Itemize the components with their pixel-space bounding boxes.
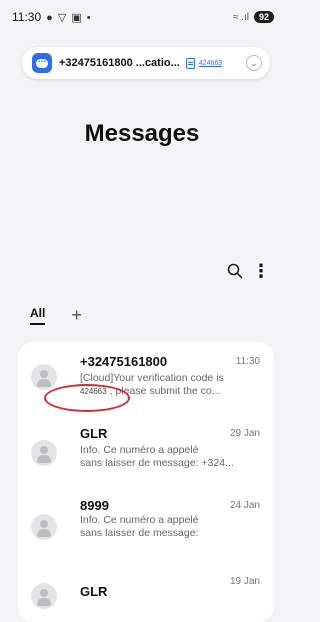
notification-sender: +32475161800 ...catio... bbox=[59, 57, 180, 69]
more-vert-icon[interactable]: ⋮ bbox=[252, 262, 270, 280]
notification-banner[interactable]: +32475161800 ...catio... 424663 ⌄ bbox=[22, 47, 270, 79]
conversation-row[interactable]: +32475161800 11:30 [Cloud]Your verificat… bbox=[18, 342, 274, 412]
tab-all[interactable]: All bbox=[30, 306, 46, 325]
conversation-name: GLR bbox=[80, 584, 108, 599]
messages-app-icon bbox=[32, 53, 52, 73]
signal-icon: ≈ .ıl bbox=[232, 11, 249, 23]
conversation-preview: [Cloud]Your verification code is 424663 … bbox=[80, 372, 260, 398]
preview-line: Info. Ce numéro a appelé bbox=[80, 514, 199, 526]
conversation-time: 11:30 bbox=[235, 356, 260, 367]
preview-line: Info. Ce numéro a appelé bbox=[80, 444, 199, 456]
search-icon[interactable] bbox=[226, 262, 244, 280]
conversation-time: 29 Jan bbox=[229, 428, 260, 439]
preview-line: sans laisser de message: +324... bbox=[80, 457, 234, 469]
copy-code-icon[interactable] bbox=[185, 57, 195, 69]
status-notification-icons: ● ▽ ▣ • bbox=[46, 11, 92, 24]
avatar bbox=[31, 364, 57, 390]
status-time: 11:30 bbox=[12, 10, 42, 24]
tab-bar: All + bbox=[30, 306, 82, 325]
conversation-row[interactable]: GLR 29 Jan Info. Ce numéro a appelé sans… bbox=[18, 412, 274, 484]
redaction bbox=[110, 582, 220, 596]
conversation-preview: Info. Ce numéro a appelé sans laisser de… bbox=[80, 514, 260, 540]
avatar bbox=[31, 514, 57, 540]
conversation-name: +32475161800 bbox=[80, 354, 168, 369]
preview-line: 424663 , please submit the co... bbox=[80, 385, 260, 398]
status-right: ≈ .ıl 92 bbox=[233, 11, 274, 23]
conversation-time: 24 Jan bbox=[229, 500, 260, 511]
preview-rest: , please submit the co... bbox=[109, 385, 221, 397]
conversation-name: 8999 bbox=[80, 498, 109, 513]
notification-code[interactable]: 424663 bbox=[199, 60, 222, 67]
page-title: Messages bbox=[84, 120, 200, 147]
battery-indicator: 92 bbox=[253, 11, 274, 23]
preview-line: [Cloud]Your verification code is bbox=[80, 372, 224, 384]
status-left: 11:30 ● ▽ ▣ • bbox=[12, 10, 92, 24]
avatar bbox=[31, 440, 57, 466]
conversation-preview: Info. Ce numéro a appelé sans laisser de… bbox=[80, 444, 260, 470]
conversation-list: +32475161800 11:30 [Cloud]Your verificat… bbox=[18, 342, 274, 622]
conversation-row[interactable]: 8999 24 Jan Info. Ce numéro a appelé san… bbox=[18, 484, 274, 556]
add-tab-button[interactable]: + bbox=[71, 306, 82, 325]
status-bar: 11:30 ● ▽ ▣ • ≈ .ıl 92 bbox=[0, 0, 284, 34]
conversation-name: GLR bbox=[80, 426, 108, 441]
preview-line: sans laisser de message: bbox=[80, 527, 199, 539]
chevron-down-icon[interactable]: ⌄ bbox=[246, 55, 262, 71]
redaction bbox=[126, 428, 202, 440]
avatar bbox=[31, 583, 57, 609]
conversation-row[interactable]: GLR 19 Jan bbox=[18, 556, 274, 622]
conversation-time: 19 Jan bbox=[229, 576, 260, 587]
verification-code: 424663 bbox=[80, 387, 107, 396]
